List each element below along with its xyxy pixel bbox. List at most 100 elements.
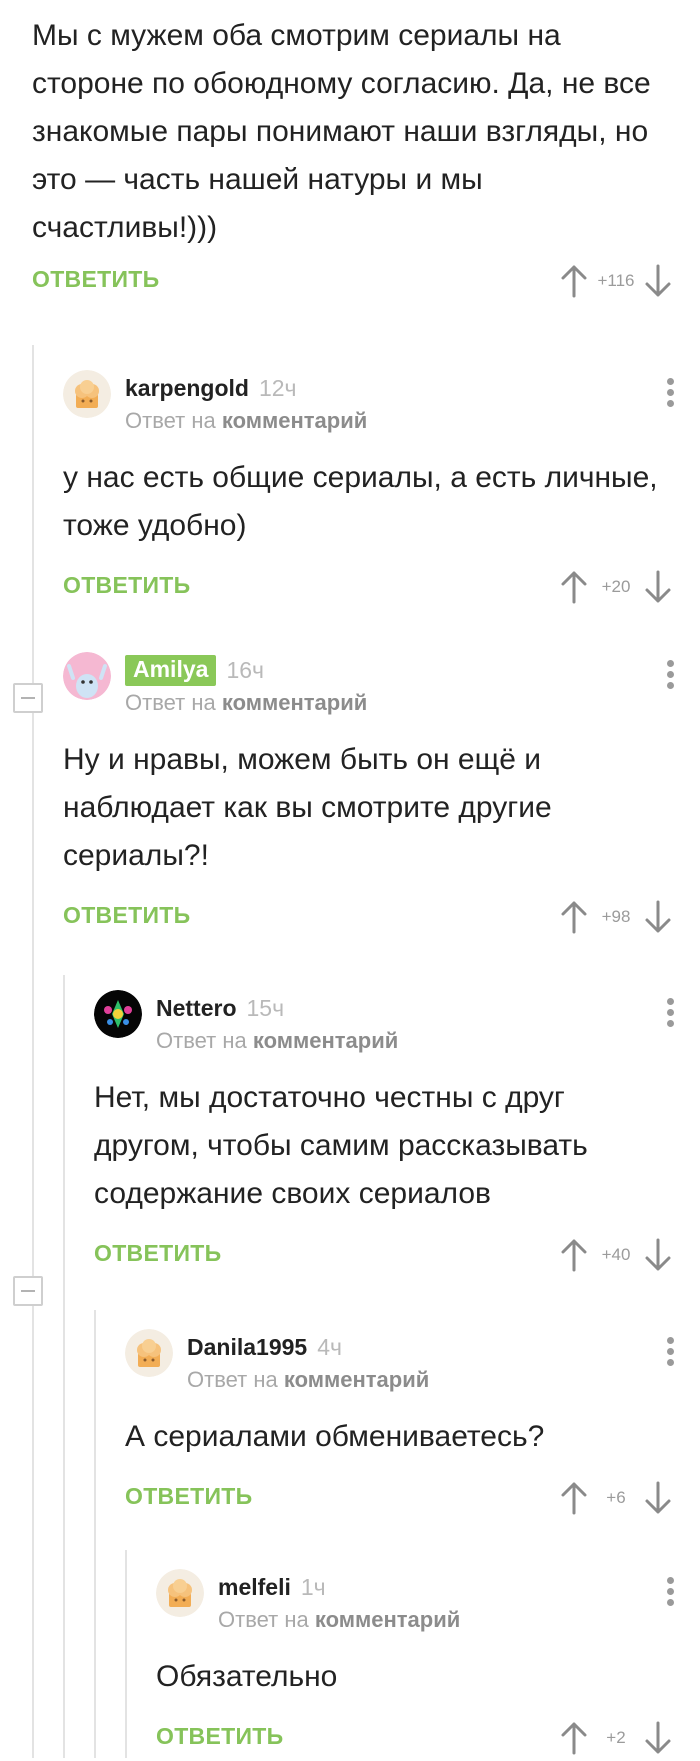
comment-header: Nettero 15ч Ответ на комментарий — [94, 988, 674, 1064]
comment-header: melfeli 1ч Ответ на комментарий — [156, 1567, 674, 1643]
comment-score: +98 — [601, 907, 631, 926]
upvote-arrow-icon[interactable] — [560, 1721, 588, 1755]
upvote-arrow-icon[interactable] — [560, 1238, 588, 1272]
comment-text: Обязательно — [156, 1660, 338, 1693]
comment-header: karpengold 12ч Ответ на комментарий — [63, 368, 674, 444]
reply-to-line: Ответ на комментарий — [218, 1607, 460, 1633]
collapse-thread-button[interactable] — [13, 683, 43, 713]
vote-controls: +98 — [560, 894, 672, 940]
reply-to-link[interactable]: комментарий — [315, 1607, 460, 1632]
fractal-art-avatar-icon — [94, 990, 142, 1038]
thread-line — [63, 975, 65, 1758]
comment-meta: Danila1995 4ч — [187, 1331, 342, 1363]
chef-hat-avatar-icon — [63, 370, 111, 418]
more-options-icon[interactable] — [664, 378, 676, 414]
upvote-arrow-icon[interactable] — [560, 1481, 588, 1515]
reply-to-link[interactable]: комментарий — [222, 690, 367, 715]
reply-to-prefix: Ответ на — [125, 408, 216, 433]
reply-to-prefix: Ответ на — [187, 1367, 278, 1392]
reply-button[interactable]: ОТВЕТИТЬ — [63, 902, 190, 929]
comment-actions: ОТВЕТИТЬ +20 — [63, 564, 672, 610]
thread-line — [32, 345, 34, 1758]
root-comment: Мы с мужем оба смотрим сериалы на сторон… — [32, 12, 672, 304]
comment-meta: Amilya 16ч — [125, 654, 264, 686]
more-options-icon[interactable] — [664, 660, 676, 696]
comment-actions: ОТВЕТИТЬ +6 — [125, 1475, 672, 1521]
downvote-arrow-icon[interactable] — [644, 570, 672, 604]
upvote-arrow-icon[interactable] — [560, 264, 588, 298]
comment-text: Мы с мужем оба смотрим сериалы на сторон… — [32, 19, 651, 244]
comment-meta: Nettero 15ч — [156, 992, 284, 1024]
vote-controls: +2 — [560, 1715, 672, 1761]
downvote-arrow-icon[interactable] — [644, 1721, 672, 1755]
timestamp: 4ч — [317, 1333, 342, 1360]
username-badge[interactable]: Amilya — [125, 654, 217, 686]
more-options-icon[interactable] — [664, 998, 676, 1034]
comment-actions: ОТВЕТИТЬ +40 — [94, 1232, 672, 1278]
comment-score: +6 — [606, 1488, 626, 1507]
reply-to-link[interactable]: комментарий — [284, 1367, 429, 1392]
comment-header: Amilya 16ч Ответ на комментарий — [63, 650, 674, 726]
username[interactable]: melfeli — [218, 1574, 291, 1601]
username[interactable]: karpengold — [125, 375, 249, 402]
comment-header: Danila1995 4ч Ответ на комментарий — [125, 1327, 674, 1403]
reply-to-line: Ответ на комментарий — [187, 1367, 429, 1393]
upvote-arrow-icon[interactable] — [560, 900, 588, 934]
comment-meta: karpengold 12ч — [125, 372, 297, 404]
reply-to-prefix: Ответ на — [156, 1028, 247, 1053]
comment: melfeli 1ч Ответ на комментарий Обязател… — [156, 1567, 674, 1761]
avatar[interactable] — [63, 652, 111, 700]
comment-actions: ОТВЕТИТЬ +98 — [63, 894, 672, 940]
avatar[interactable] — [94, 990, 142, 1038]
downvote-arrow-icon[interactable] — [644, 1481, 672, 1515]
chef-hat-avatar-icon — [125, 1329, 173, 1377]
reply-to-line: Ответ на комментарий — [125, 408, 367, 434]
downvote-arrow-icon[interactable] — [644, 900, 672, 934]
reply-button[interactable]: ОТВЕТИТЬ — [156, 1723, 283, 1750]
reply-button[interactable]: ОТВЕТИТЬ — [32, 266, 159, 293]
avatar[interactable] — [63, 370, 111, 418]
comment-score: +40 — [601, 1245, 631, 1264]
comment-score: +20 — [601, 577, 631, 596]
downvote-arrow-icon[interactable] — [644, 1238, 672, 1272]
comment: karpengold 12ч Ответ на комментарий у на… — [63, 368, 674, 610]
timestamp: 16ч — [226, 656, 265, 683]
thread-line — [125, 1550, 127, 1758]
reply-to-prefix: Ответ на — [218, 1607, 309, 1632]
more-options-icon[interactable] — [664, 1337, 676, 1373]
username[interactable]: Danila1995 — [187, 1334, 307, 1361]
thread-line — [94, 1310, 96, 1758]
comment-text: А сериалами обмениваетесь? — [125, 1420, 545, 1453]
comment-text: Нет, мы достаточно честны с друг другом,… — [94, 1081, 588, 1210]
vote-controls: +40 — [560, 1232, 672, 1278]
pink-cartoon-avatar-icon — [63, 652, 111, 700]
reply-to-link[interactable]: комментарий — [222, 408, 367, 433]
avatar[interactable] — [125, 1329, 173, 1377]
reply-button[interactable]: ОТВЕТИТЬ — [63, 572, 190, 599]
upvote-arrow-icon[interactable] — [560, 570, 588, 604]
reply-button[interactable]: ОТВЕТИТЬ — [94, 1240, 221, 1267]
vote-controls: +20 — [560, 564, 672, 610]
username[interactable]: Nettero — [156, 995, 237, 1022]
comment-score: +116 — [597, 271, 635, 290]
reply-to-link[interactable]: комментарий — [253, 1028, 398, 1053]
timestamp: 15ч — [246, 994, 285, 1021]
comment: Danila1995 4ч Ответ на комментарий А сер… — [125, 1327, 674, 1521]
vote-controls: +116 — [560, 258, 672, 304]
comment: Nettero 15ч Ответ на комментарий Нет, мы… — [94, 988, 674, 1278]
comment-actions: ОТВЕТИТЬ +2 — [156, 1715, 672, 1761]
timestamp: 1ч — [300, 1573, 326, 1600]
comment-score: +2 — [606, 1728, 626, 1747]
timestamp: 12ч — [258, 374, 297, 401]
chef-hat-avatar-icon — [156, 1569, 204, 1617]
reply-button[interactable]: ОТВЕТИТЬ — [125, 1483, 252, 1510]
collapse-thread-button[interactable] — [13, 1276, 43, 1306]
comment: Amilya 16ч Ответ на комментарий Ну и нра… — [63, 650, 674, 940]
reply-to-line: Ответ на комментарий — [125, 690, 367, 716]
vote-controls: +6 — [560, 1475, 672, 1521]
downvote-arrow-icon[interactable] — [644, 264, 672, 298]
more-options-icon[interactable] — [664, 1577, 676, 1613]
avatar[interactable] — [156, 1569, 204, 1617]
reply-to-prefix: Ответ на — [125, 690, 216, 715]
reply-to-line: Ответ на комментарий — [156, 1028, 398, 1054]
